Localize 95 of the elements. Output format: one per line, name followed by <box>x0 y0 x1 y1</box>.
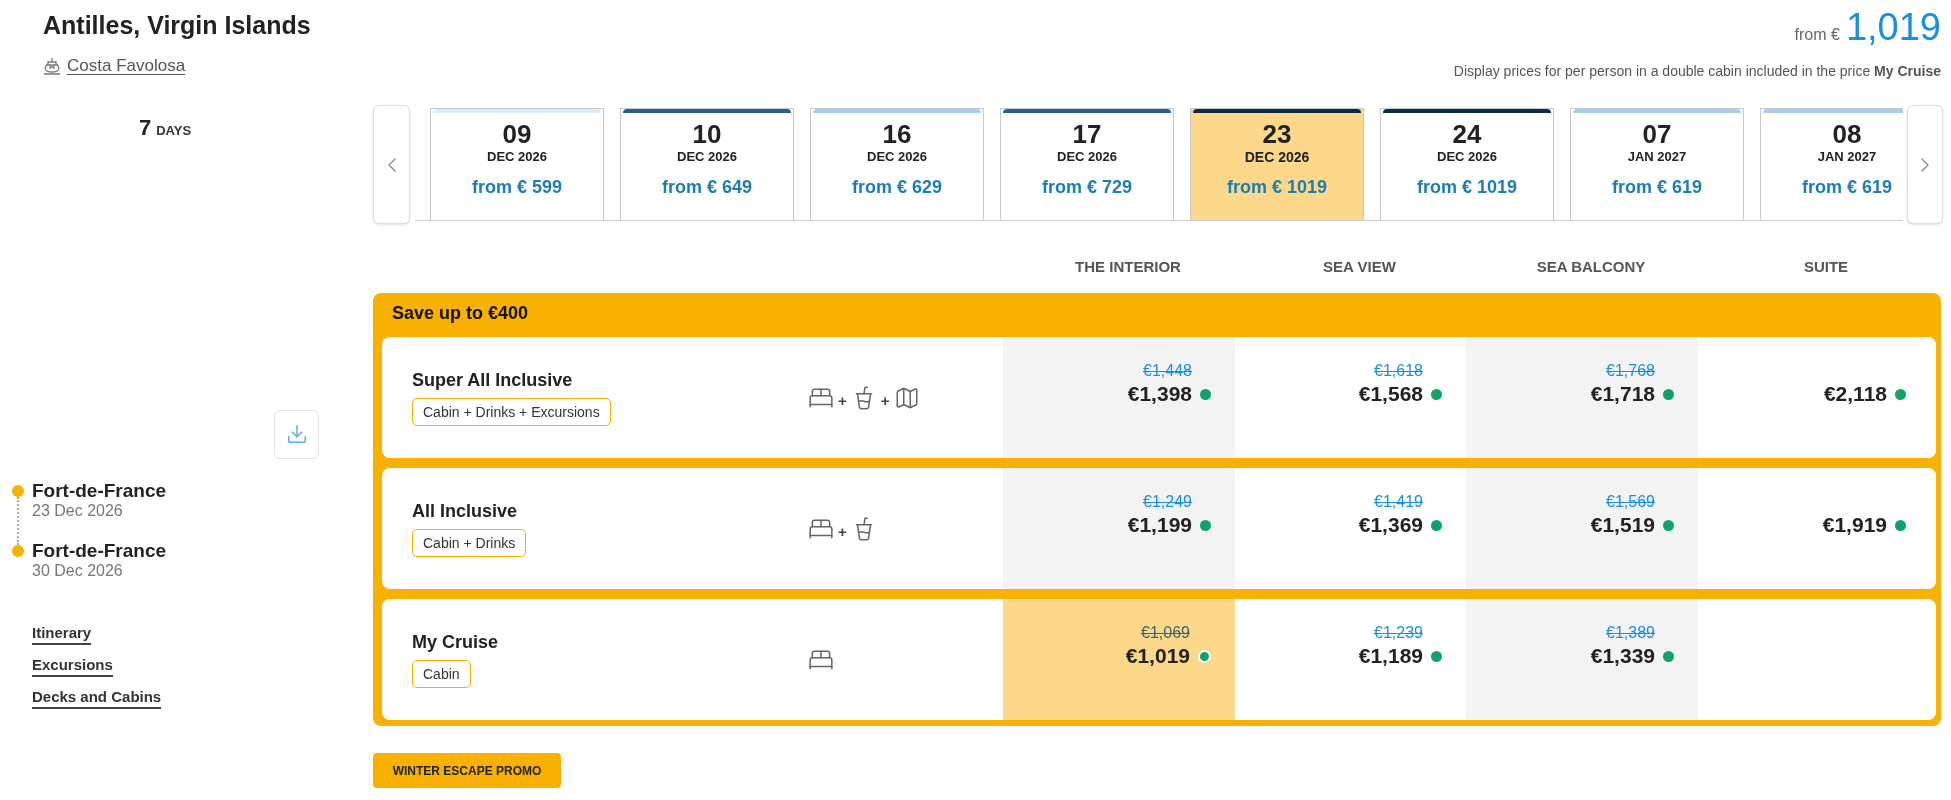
route-connector <box>17 496 19 545</box>
ship-link[interactable]: Costa Favolosa <box>67 55 186 77</box>
column-header: SUITE <box>1803 257 1849 277</box>
promo-button[interactable]: WINTER ESCAPE PROMO <box>373 753 561 788</box>
date-price: from € 599 <box>471 176 562 198</box>
date-day: 08 <box>1832 119 1862 149</box>
download-icon <box>285 423 308 445</box>
price-cell[interactable]: €1,069 €1,019 <box>1003 599 1235 720</box>
port-date: 23 Dec 2026 <box>32 500 124 521</box>
cabin-price: €1,339 <box>1590 643 1655 669</box>
page-title: Antilles, Virgin Islands <box>43 10 311 40</box>
price-cell[interactable]: €1,448 €1,398 <box>1003 337 1235 458</box>
date-card[interactable]: 08 JAN 2027 from € 619 <box>1760 108 1903 220</box>
date-month: DEC 2026 <box>867 149 927 165</box>
date-card[interactable]: 17 DEC 2026 from € 729 <box>1000 108 1174 220</box>
date-day: 23 <box>1262 119 1292 149</box>
nav-link[interactable]: Itinerary <box>32 622 92 645</box>
date-card[interactable]: 09 DEC 2026 from € 599 <box>430 108 604 220</box>
cabin-price: €2,118 <box>1823 381 1887 407</box>
column-header: SEA BALCONY <box>1536 257 1646 277</box>
date-day: 24 <box>1452 119 1482 149</box>
date-month: DEC 2026 <box>677 149 737 165</box>
original-price: €1,239 <box>1374 623 1423 643</box>
date-price: from € 629 <box>851 176 942 198</box>
cabin-price: €1,369 <box>1358 512 1423 538</box>
port-name: Fort-de-France <box>32 480 167 501</box>
date-card[interactable]: 23 DEC 2026 from € 1019 <box>1190 108 1364 220</box>
price-cell[interactable]: €1,768 €1,718 <box>1466 337 1698 458</box>
cabin-price: €1,199 <box>1127 512 1192 538</box>
original-price: €1,249 <box>1143 492 1192 512</box>
date-price: from € 1019 <box>1416 176 1518 198</box>
cabin-price: €1,519 <box>1590 512 1655 538</box>
duration-unit: DAYS <box>156 122 192 140</box>
ship-icon <box>43 57 61 75</box>
package-tag: Cabin <box>412 660 471 688</box>
port-name: Fort-de-France <box>32 540 167 561</box>
package-tag: Cabin + Drinks + Excursions <box>412 398 611 426</box>
date-month: DEC 2026 <box>1244 149 1310 165</box>
date-month: DEC 2026 <box>1057 149 1117 165</box>
date-card[interactable]: 10 DEC 2026 from € 649 <box>620 108 794 220</box>
cabin-price: €1,568 <box>1358 381 1423 407</box>
plus-sign: + <box>838 522 847 543</box>
price-cell[interactable]: €1,249 €1,199 <box>1003 468 1235 589</box>
original-price: €1,768 <box>1606 361 1655 381</box>
nav-link[interactable]: Excursions <box>32 654 113 677</box>
price-prefix: from € <box>1794 25 1840 45</box>
chevron-left-icon <box>387 157 396 172</box>
column-header: SEA VIEW <box>1323 257 1396 277</box>
date-price: from € 1019 <box>1226 176 1328 198</box>
date-card[interactable]: 16 DEC 2026 from € 629 <box>810 108 984 220</box>
port-date: 30 Dec 2026 <box>32 560 124 581</box>
package-name: My Cruise <box>412 631 499 653</box>
date-price: from € 649 <box>661 176 752 198</box>
date-day: 10 <box>692 119 722 149</box>
offer-title: Save up to €400 <box>392 301 529 325</box>
date-month: JAN 2027 <box>1817 149 1877 165</box>
plus-sign: + <box>838 391 847 412</box>
date-month: DEC 2026 <box>1437 149 1497 165</box>
duration-number: 7 <box>138 117 152 139</box>
original-price: €1,419 <box>1374 492 1423 512</box>
download-button[interactable] <box>274 409 319 459</box>
date-price: from € 619 <box>1801 176 1892 198</box>
nav-link[interactable]: Decks and Cabins <box>32 686 162 709</box>
cabin-price: €1,919 <box>1822 512 1887 538</box>
date-day: 07 <box>1642 119 1672 149</box>
original-price: €1,569 <box>1606 492 1655 512</box>
cabin-price: €1,398 <box>1127 381 1192 407</box>
lowest-price: 1,019 <box>1845 6 1941 48</box>
cabin-price: €1,189 <box>1358 643 1423 669</box>
original-price: €1,618 <box>1374 361 1423 381</box>
date-month: JAN 2027 <box>1627 149 1687 165</box>
original-price: €1,069 <box>1141 623 1190 643</box>
chevron-right-icon <box>1921 157 1929 172</box>
package-tag: Cabin + Drinks <box>412 529 527 557</box>
original-price: €1,448 <box>1143 361 1192 381</box>
price-note: Display prices for per person in a double cabin included in the price My Cruise <box>1453 62 1941 81</box>
price-cell[interactable]: €1,569 €1,519 <box>1466 468 1698 589</box>
cabin-price: €1,718 <box>1590 381 1655 407</box>
date-day: 09 <box>502 119 532 149</box>
date-card[interactable]: 07 JAN 2027 from € 619 <box>1570 108 1744 220</box>
date-price: from € 619 <box>1611 176 1702 198</box>
date-month: DEC 2026 <box>487 149 547 165</box>
original-price: €1,389 <box>1606 623 1655 643</box>
price-cell[interactable]: €1,389 €1,339 <box>1466 599 1698 720</box>
package-name: All Inclusive <box>412 500 518 522</box>
next-button[interactable] <box>1907 105 1943 224</box>
package-name: Super All Inclusive <box>412 369 573 391</box>
cabin-price: €1,019 <box>1125 643 1190 669</box>
date-price: from € 729 <box>1041 176 1132 198</box>
date-day: 17 <box>1072 119 1102 149</box>
previous-button[interactable] <box>373 105 410 224</box>
date-day: 16 <box>882 119 912 149</box>
plus-sign: + <box>880 391 890 412</box>
date-card[interactable]: 24 DEC 2026 from € 1019 <box>1380 108 1554 220</box>
column-header: THE INTERIOR <box>1075 257 1181 277</box>
